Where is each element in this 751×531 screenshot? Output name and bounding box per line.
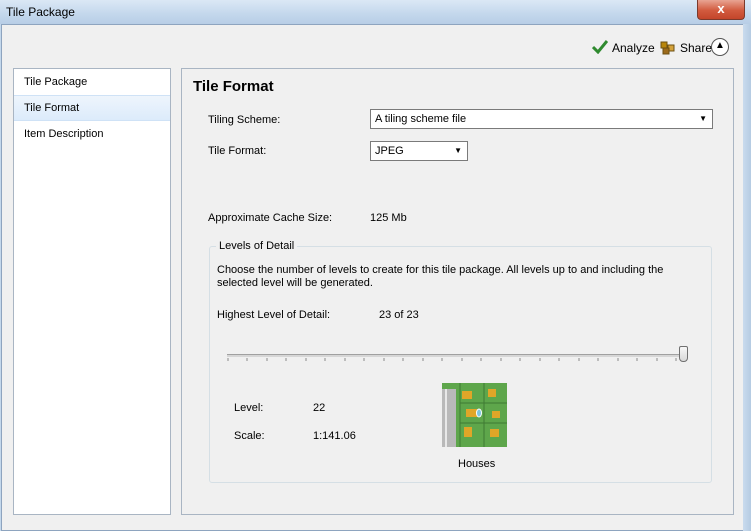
analyze-label: Analyze <box>612 41 655 55</box>
level-value: 22 <box>313 402 326 414</box>
nav-item-tile-format[interactable]: Tile Format <box>14 95 170 121</box>
analyze-button[interactable]: Analyze <box>591 39 655 57</box>
sidebar-nav: Tile Package Tile Format Item Descriptio… <box>13 68 171 515</box>
lod-slider-thumb[interactable] <box>679 346 688 362</box>
tiling-scheme-value: A tiling scheme file <box>375 113 467 125</box>
highest-lod-label: Highest Level of Detail: <box>217 309 331 321</box>
collapse-up-icon[interactable]: ▲ <box>711 38 729 56</box>
levels-of-detail-title: Levels of Detail <box>216 240 298 252</box>
highest-lod-value: 23 of 23 <box>379 309 419 321</box>
scale-label: Scale: <box>234 430 265 442</box>
tiling-scheme-label: Tiling Scheme: <box>208 114 281 126</box>
share-button[interactable]: Share <box>660 40 712 56</box>
checkmark-icon <box>591 39 609 57</box>
title-bar: Tile Package x <box>0 0 751 24</box>
cache-size-value: 125 Mb <box>370 212 407 224</box>
tile-format-select[interactable]: JPEG ▼ <box>370 141 468 161</box>
tile-format-value: JPEG <box>375 145 404 157</box>
close-button[interactable]: x <box>697 0 745 20</box>
share-label: Share <box>680 41 713 55</box>
window-border-right <box>743 24 751 531</box>
lod-slider-track[interactable] <box>227 354 685 357</box>
scale-value: 1:141.06 <box>313 430 356 442</box>
tile-format-label: Tile Format: <box>208 145 267 157</box>
nav-item-tile-package[interactable]: Tile Package <box>14 69 170 95</box>
level-label: Level: <box>234 402 264 414</box>
share-package-icon <box>660 39 676 58</box>
tiling-scheme-select[interactable]: A tiling scheme file ▼ <box>370 109 713 129</box>
chevron-down-icon: ▼ <box>454 146 462 155</box>
main-panel: Tile Format Tiling Scheme: A tiling sche… <box>181 68 734 515</box>
chevron-down-icon: ▼ <box>699 114 707 123</box>
page-title: Tile Format <box>193 78 274 95</box>
preview-caption: Houses <box>458 458 496 470</box>
lod-description: Choose the number of levels to create fo… <box>217 264 664 289</box>
cache-size-label: Approximate Cache Size: <box>208 212 333 224</box>
nav-item-item-description[interactable]: Item Description <box>14 121 170 147</box>
lod-preview-image <box>442 383 507 447</box>
window-title: Tile Package <box>6 5 75 19</box>
lod-slider-ticks <box>227 358 677 361</box>
